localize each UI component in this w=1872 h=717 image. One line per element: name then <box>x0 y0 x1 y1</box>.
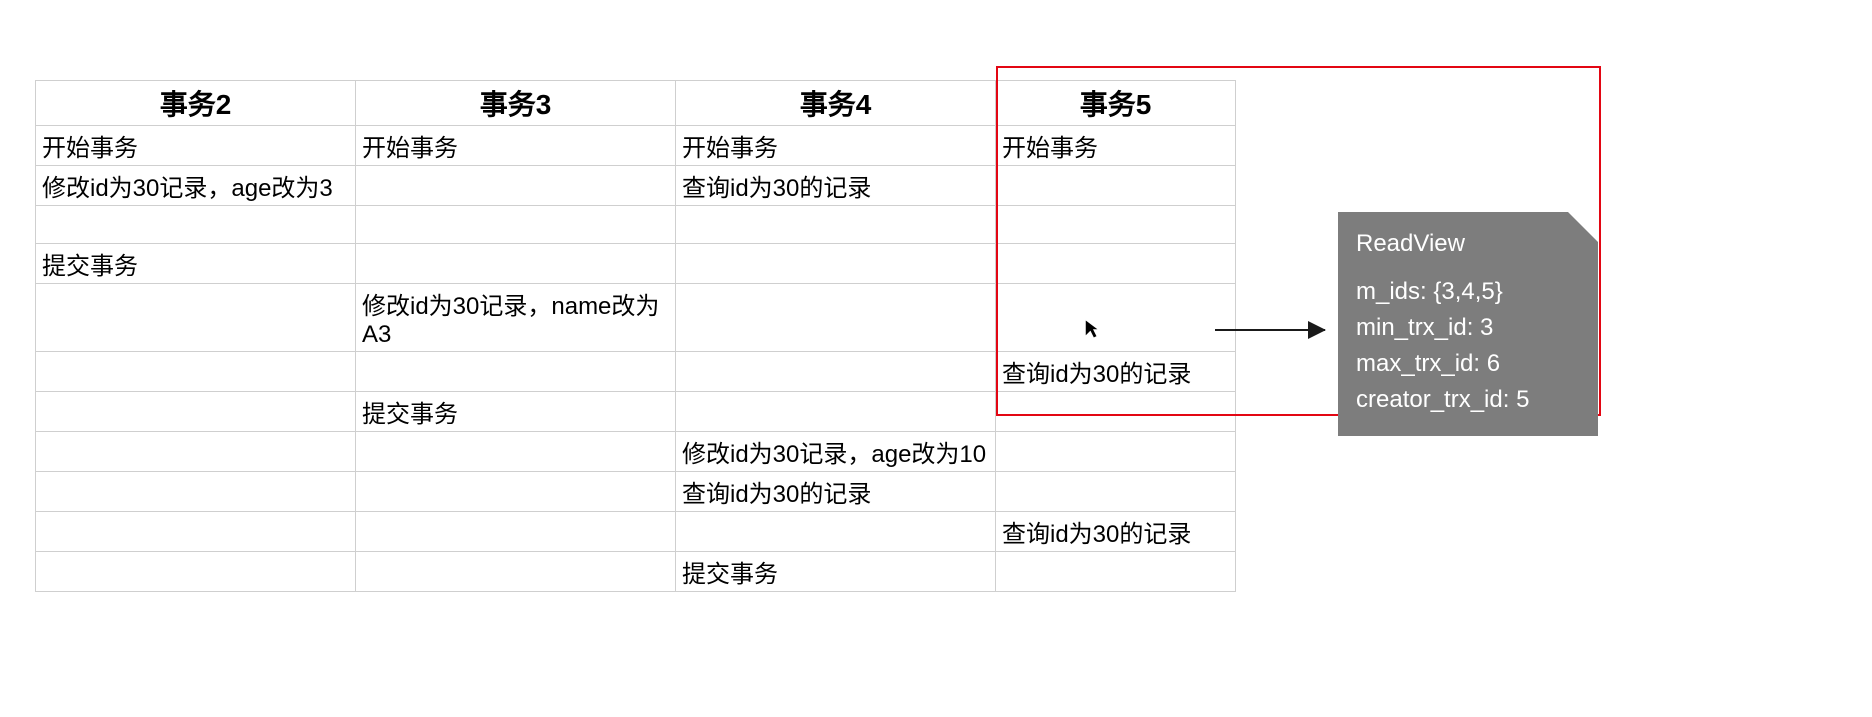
table-cell <box>36 392 356 432</box>
table-cell <box>36 352 356 392</box>
table-row: 查询id为30的记录 <box>36 472 1236 512</box>
arrow-to-readview <box>1215 329 1325 331</box>
table-cell <box>996 206 1236 244</box>
table-cell: 查询id为30的记录 <box>676 472 996 512</box>
table-cell <box>356 472 676 512</box>
table-cell <box>356 166 676 206</box>
table-row: 修改id为30记录，name改为A3 <box>36 284 1236 352</box>
table-cell <box>676 206 996 244</box>
table-cell: 修改id为30记录，name改为A3 <box>356 284 676 352</box>
transaction-table: 事务2 事务3 事务4 事务5 开始事务开始事务开始事务开始事务修改id为30记… <box>35 80 1236 592</box>
table-row: 提交事务 <box>36 552 1236 592</box>
table-cell: 开始事务 <box>996 126 1236 166</box>
header-tx4: 事务4 <box>676 81 996 126</box>
note-max: max_trx_id: 6 <box>1356 346 1580 382</box>
table-cell <box>996 244 1236 284</box>
table-cell <box>36 432 356 472</box>
table-row: 提交事务 <box>36 244 1236 284</box>
table-cell <box>676 512 996 552</box>
table-cell <box>996 432 1236 472</box>
note-mids: m_ids: {3,4,5} <box>1356 274 1580 310</box>
table-cell: 开始事务 <box>36 126 356 166</box>
table-row <box>36 206 1236 244</box>
table-cell <box>996 284 1236 352</box>
table-cell: 查询id为30的记录 <box>676 166 996 206</box>
readview-note: ReadView m_ids: {3,4,5} min_trx_id: 3 ma… <box>1338 212 1598 436</box>
table-row: 查询id为30的记录 <box>36 512 1236 552</box>
header-tx2: 事务2 <box>36 81 356 126</box>
table-row: 开始事务开始事务开始事务开始事务 <box>36 126 1236 166</box>
table-cell <box>356 352 676 392</box>
table-cell <box>676 352 996 392</box>
table-cell <box>356 432 676 472</box>
table-row: 修改id为30记录，age改为3 查询id为30的记录 <box>36 166 1236 206</box>
table-cell: 修改id为30记录，age改为10 <box>676 432 996 472</box>
table-cell <box>36 472 356 512</box>
table-cell <box>356 206 676 244</box>
table-cell <box>356 512 676 552</box>
table-row: 修改id为30记录，age改为10 <box>36 432 1236 472</box>
table-cell <box>676 284 996 352</box>
table-cell: 提交事务 <box>676 552 996 592</box>
table-cell: 查询id为30的记录 <box>996 352 1236 392</box>
table-cell: 修改id为30记录，age改为3 <box>36 166 356 206</box>
table-cell: 开始事务 <box>676 126 996 166</box>
table-cell <box>996 166 1236 206</box>
table-cell <box>36 206 356 244</box>
table-cell <box>996 392 1236 432</box>
table-header-row: 事务2 事务3 事务4 事务5 <box>36 81 1236 126</box>
table-cell <box>996 552 1236 592</box>
table-row: 查询id为30的记录 <box>36 352 1236 392</box>
table-cell <box>356 552 676 592</box>
table-row: 提交事务 <box>36 392 1236 432</box>
table-cell <box>356 244 676 284</box>
table-cell <box>36 512 356 552</box>
table-cell: 查询id为30的记录 <box>996 512 1236 552</box>
table-cell <box>996 472 1236 512</box>
header-tx3: 事务3 <box>356 81 676 126</box>
table-cell <box>676 392 996 432</box>
table-cell <box>36 552 356 592</box>
note-creator: creator_trx_id: 5 <box>1356 382 1580 418</box>
table-cell <box>36 284 356 352</box>
header-tx5: 事务5 <box>996 81 1236 126</box>
table-cell: 提交事务 <box>356 392 676 432</box>
note-min: min_trx_id: 3 <box>1356 310 1580 346</box>
table-cell: 提交事务 <box>36 244 356 284</box>
table-cell: 开始事务 <box>356 126 676 166</box>
note-title: ReadView <box>1356 226 1580 262</box>
table-cell <box>676 244 996 284</box>
